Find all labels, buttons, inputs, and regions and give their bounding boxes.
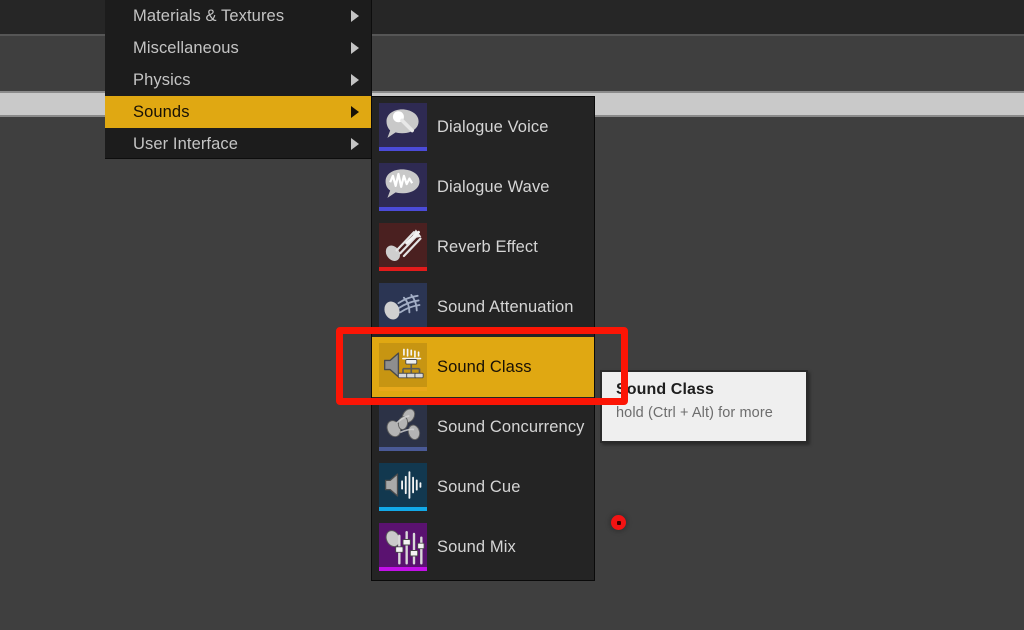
menu-item-label: User Interface (133, 134, 239, 153)
chevron-right-icon (351, 74, 359, 86)
menu-item-label: Miscellaneous (133, 38, 239, 57)
menu-item-materials-textures[interactable]: Materials & Textures (105, 0, 371, 32)
chevron-right-icon (351, 10, 359, 22)
tooltip-subtitle: hold (Ctrl + Alt) for more (616, 405, 773, 421)
sound-cue-icon (379, 463, 427, 511)
menu-item-label: Physics (133, 70, 191, 89)
dialogue-voice-icon (379, 103, 427, 151)
menu-item-miscellaneous[interactable]: Miscellaneous (105, 32, 371, 64)
menu-item-physics[interactable]: Physics (105, 64, 371, 96)
submenu-item-label: Dialogue Voice (437, 117, 549, 136)
dialogue-wave-icon (379, 163, 427, 211)
menu-item-label: Sounds (133, 102, 190, 121)
submenu-item-sound-mix[interactable]: Sound Mix (372, 517, 594, 577)
submenu-item-sound-attenuation[interactable]: Sound Attenuation (372, 277, 594, 337)
tooltip-title: Sound Class (616, 381, 715, 398)
chevron-right-icon (351, 138, 359, 150)
submenu-item-label: Sound Cue (437, 477, 521, 496)
submenu-item-dialogue-voice[interactable]: Dialogue Voice (372, 97, 594, 157)
menu-item-sounds[interactable]: Sounds (105, 96, 371, 128)
submenu-item-sound-class[interactable]: Sound Class (372, 337, 594, 397)
menu-item-label: Materials & Textures (133, 6, 285, 25)
submenu-item-label: Sound Concurrency (437, 417, 585, 436)
submenu-item-label: Sound Attenuation (437, 297, 574, 316)
sound-class-tooltip: Sound Class hold (Ctrl + Alt) for more (600, 370, 808, 443)
submenu-item-label: Dialogue Wave (437, 177, 550, 196)
asset-category-menu[interactable]: Materials & Textures Miscellaneous Physics… (105, 0, 372, 159)
submenu-item-dialogue-wave[interactable]: Dialogue Wave (372, 157, 594, 217)
submenu-item-sound-cue[interactable]: Sound Cue (372, 457, 594, 517)
chevron-right-icon (351, 42, 359, 54)
submenu-item-label: Sound Class (437, 357, 532, 376)
sound-attenuation-icon (379, 283, 427, 331)
sounds-submenu[interactable]: Dialogue Voice Dialogue Wave Reverb Effe… (371, 96, 595, 581)
sound-mix-icon (379, 523, 427, 571)
submenu-item-label: Reverb Effect (437, 237, 538, 256)
menu-item-user-interface[interactable]: User Interface (105, 128, 371, 160)
cursor-marker (611, 515, 626, 530)
chevron-right-icon (351, 106, 359, 118)
sound-concurrency-icon (379, 403, 427, 451)
reverb-effect-icon (379, 223, 427, 271)
submenu-item-label: Sound Mix (437, 537, 516, 556)
submenu-item-reverb-effect[interactable]: Reverb Effect (372, 217, 594, 277)
submenu-item-sound-concurrency[interactable]: Sound Concurrency (372, 397, 594, 457)
sound-class-icon (379, 343, 427, 391)
